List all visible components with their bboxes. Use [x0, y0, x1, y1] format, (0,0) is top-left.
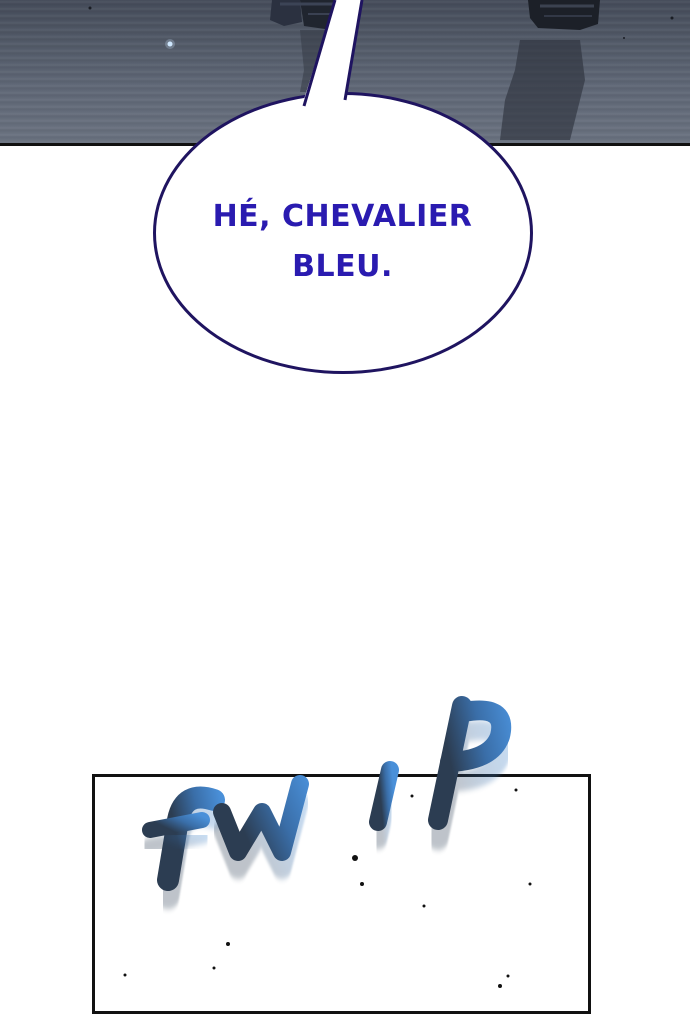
fwip-letters [142, 696, 512, 909]
letter-f [142, 786, 225, 909]
letter-w [213, 775, 309, 879]
sound-effect-fwip: fwip [123, 696, 532, 988]
letter-i [369, 729, 415, 849]
letter-p [428, 696, 512, 850]
